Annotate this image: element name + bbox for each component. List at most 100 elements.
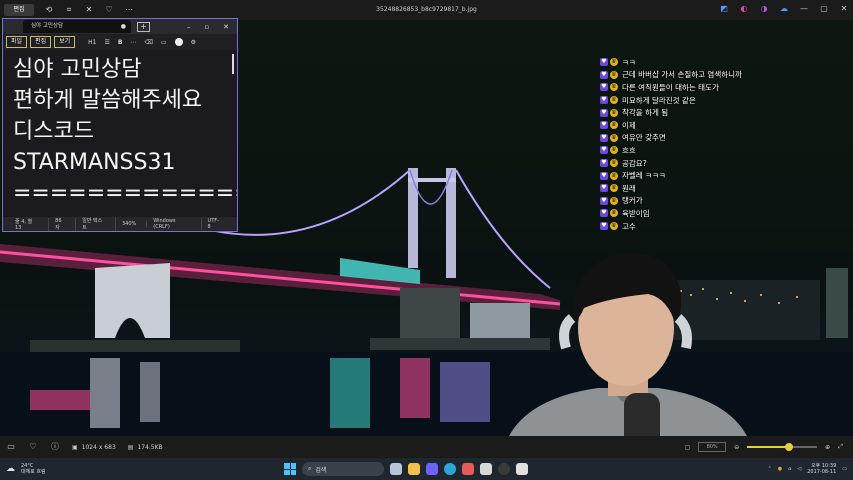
clock[interactable]: 오후 10:39 2017-08-11 xyxy=(807,463,836,475)
obs-icon[interactable] xyxy=(498,463,510,475)
delete-icon[interactable]: ✕ xyxy=(84,5,94,15)
subscriber-badge-icon: ♥ xyxy=(600,159,608,168)
menu-view[interactable]: 보기 xyxy=(54,36,76,48)
fan-badge-icon: ♛ xyxy=(610,58,618,67)
minimize-icon[interactable]: — xyxy=(799,4,809,14)
chat-message-text: 이제 xyxy=(622,120,636,130)
clipchamp-icon[interactable] xyxy=(462,463,474,475)
tray-chevron-icon[interactable]: ⌃ xyxy=(768,466,772,472)
task-view-icon[interactable] xyxy=(390,463,402,475)
encoding[interactable]: UTF-8 xyxy=(208,218,231,230)
settings-icon[interactable]: ⚙ xyxy=(191,39,196,46)
text-line: 디스코드 xyxy=(13,119,94,144)
viewer-toolbar-left: 편집 ⟲ ⌗ ✕ ♡ ⋯ xyxy=(0,4,134,16)
subscriber-badge-icon: ♥ xyxy=(600,121,608,130)
tower xyxy=(826,268,848,338)
zoom-slider-knob[interactable] xyxy=(785,443,794,451)
close-icon[interactable]: ✕ xyxy=(839,4,849,14)
cloud-icon[interactable]: ☁ xyxy=(779,4,789,14)
menu-file[interactable]: 파일 xyxy=(6,36,28,48)
edge-icon[interactable] xyxy=(444,463,456,475)
heart-icon[interactable]: ♡ xyxy=(28,442,38,452)
photos-icon[interactable] xyxy=(480,463,492,475)
chat-message-text: 착각을 하게 됨 xyxy=(622,108,669,118)
weather-widget[interactable]: ☁ 24°C 대체로 흐림 xyxy=(0,463,46,475)
chat-message: ♥ ♛ 원래 xyxy=(600,182,840,195)
chat-message-text: 흐흐 xyxy=(622,145,636,155)
mic-icon[interactable]: ● xyxy=(778,466,782,472)
headphone-left xyxy=(559,314,576,350)
chat-message: ♥ ♛ 미묘하게 달라진것 같은 xyxy=(600,94,840,107)
fan-badge-icon: ♛ xyxy=(610,196,618,205)
chat-message-text: 근데 바버샵 가서 손질하고 염색하니까 xyxy=(622,70,742,80)
volume-icon[interactable]: ◁ xyxy=(797,466,801,472)
fan-badge-icon: ♛ xyxy=(610,108,618,117)
subscriber-badge-icon: ♥ xyxy=(600,209,608,218)
notepad-text-area[interactable]: 심야 고민상담 편하게 말씀해주세요 디스코드 STARMANSS31 ====… xyxy=(3,50,237,217)
notepad-minimize-icon[interactable]: – xyxy=(187,23,191,31)
file-size-text: 174.5KB xyxy=(137,443,163,451)
edit-badge[interactable]: 편집 xyxy=(4,4,34,16)
subscriber-badge-icon: ♥ xyxy=(600,133,608,142)
file-explorer-icon[interactable] xyxy=(408,463,420,475)
zoom-in-icon[interactable]: ⊕ xyxy=(825,444,830,451)
maximize-icon[interactable]: ▢ xyxy=(819,4,829,14)
copilot-icon[interactable] xyxy=(174,38,183,46)
image-dimensions: ▣ 1024 x 683 xyxy=(72,444,116,451)
fan-badge-icon: ♛ xyxy=(610,83,618,92)
fan-badge-icon: ♛ xyxy=(610,96,618,105)
effects-icon[interactable]: ◑ xyxy=(759,4,769,14)
edit-icon[interactable]: ◐ xyxy=(739,4,749,14)
subscriber-badge-icon: ♥ xyxy=(600,171,608,180)
bridge-pier-left xyxy=(95,263,170,338)
rotate-icon[interactable]: ⟲ xyxy=(44,5,54,15)
screen: 편집 ⟲ ⌗ ✕ ♡ ⋯ 35248826853_b8c9729817_b.jp… xyxy=(0,0,853,480)
bold-button[interactable]: B xyxy=(118,39,123,46)
favorite-icon[interactable]: ♡ xyxy=(104,5,114,15)
new-tab-button[interactable]: + xyxy=(137,21,150,32)
share-icon[interactable]: ◩ xyxy=(719,4,729,14)
weather-condition: 대체로 흐림 xyxy=(21,469,46,475)
zoom-slider[interactable] xyxy=(747,443,818,451)
more-icon[interactable]: ⋯ xyxy=(124,5,134,15)
zoom-out-icon[interactable]: ⊖ xyxy=(734,444,739,451)
tab-close-icon[interactable]: ● xyxy=(121,20,126,33)
notification-icon[interactable]: ▭ xyxy=(842,466,847,472)
network-icon[interactable]: ⌂ xyxy=(788,466,791,472)
notepad-taskbar-icon[interactable] xyxy=(516,463,528,475)
weather-icon: ☁ xyxy=(6,464,15,474)
scrollbar[interactable] xyxy=(232,54,234,74)
subscriber-badge-icon: ♥ xyxy=(600,108,608,117)
text-line: 심야 고민상담 xyxy=(13,57,142,82)
start-button[interactable] xyxy=(284,463,296,475)
filmstrip-icon[interactable]: ▭ xyxy=(6,442,16,452)
text-mode[interactable]: 일반 텍스트 xyxy=(82,217,116,231)
fan-badge-icon: ♛ xyxy=(610,222,618,231)
fan-badge-icon: ♛ xyxy=(610,209,618,218)
notepad-tab[interactable]: 심야 고민상담 ● xyxy=(23,20,131,33)
fullscreen-icon[interactable]: ⤢ xyxy=(838,443,843,451)
zoom-input[interactable]: 80% xyxy=(698,442,727,452)
dimensions-text: 1024 x 683 xyxy=(81,443,116,451)
notepad-maximize-icon[interactable]: ▫ xyxy=(204,23,209,31)
text-line: 편하게 말씀해주세요 xyxy=(13,88,203,113)
menu-edit[interactable]: 편집 xyxy=(30,36,52,48)
line-ending[interactable]: Windows (CRLF) xyxy=(153,218,202,230)
clear-format-icon[interactable]: ⌫ xyxy=(144,39,152,46)
table-icon[interactable]: ▭ xyxy=(161,39,167,46)
chat-message-text: 육받이임 xyxy=(622,208,650,218)
subscriber-badge-icon: ♥ xyxy=(600,196,608,205)
notepad-close-icon[interactable]: ✕ xyxy=(223,23,229,31)
zoom-level[interactable]: 340% xyxy=(122,221,148,227)
subscriber-badge-icon: ♥ xyxy=(600,58,608,67)
fan-badge-icon: ♛ xyxy=(610,159,618,168)
info-icon[interactable]: ⓘ xyxy=(50,442,60,452)
taskbar-search[interactable]: ⌕ 검색 xyxy=(302,462,384,476)
fan-badge-icon: ♛ xyxy=(610,70,618,79)
store-icon[interactable] xyxy=(426,463,438,475)
more-format-icon[interactable]: ⋯ xyxy=(130,39,136,46)
crop-icon[interactable]: ⌗ xyxy=(64,5,74,15)
list-icon[interactable]: ☰ xyxy=(104,39,109,46)
heading-dropdown[interactable]: H1 xyxy=(88,39,96,46)
fit-icon[interactable]: ▢ xyxy=(684,444,690,451)
